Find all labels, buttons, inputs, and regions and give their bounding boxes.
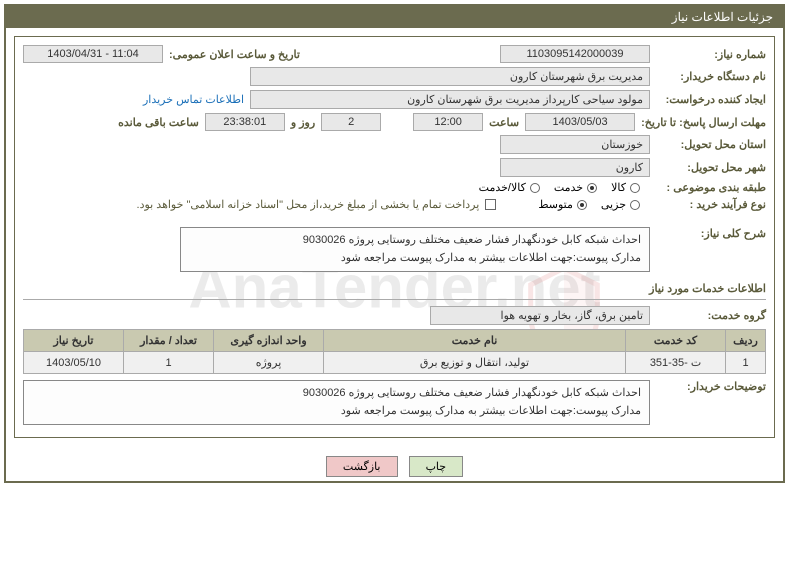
services-table: ردیف کد خدمت نام خدمت واحد اندازه گیری ت… bbox=[23, 329, 766, 374]
payment-note: پرداخت تمام یا بخشی از مبلغ خرید،از محل … bbox=[137, 198, 480, 211]
remaining-label: ساعت باقی مانده bbox=[118, 116, 199, 129]
services-section-title: اطلاعات خدمات مورد نیاز bbox=[23, 278, 766, 300]
radio-service[interactable]: خدمت bbox=[554, 181, 597, 194]
cell-row: 1 bbox=[726, 352, 766, 374]
radio-goods-service[interactable]: کالا/خدمت bbox=[479, 181, 540, 194]
table-header-row: ردیف کد خدمت نام خدمت واحد اندازه گیری ت… bbox=[24, 330, 766, 352]
category-radio-group: کالا خدمت کالا/خدمت bbox=[479, 181, 640, 194]
city-field: کارون bbox=[500, 158, 650, 177]
payment-checkbox[interactable] bbox=[485, 199, 496, 210]
remaining-time-field: 23:38:01 bbox=[205, 113, 285, 131]
radio-goods-service-label: کالا/خدمت bbox=[479, 181, 526, 194]
buyer-notes-box: احداث شبکه کابل خودنگهدار فشار ضعیف مختل… bbox=[23, 380, 650, 425]
panel-title: جزئیات اطلاعات نیاز bbox=[6, 6, 783, 28]
buyer-notes-label: توضیحات خریدار: bbox=[656, 380, 766, 393]
cell-qty: 1 bbox=[124, 352, 214, 374]
back-button[interactable]: بازگشت bbox=[326, 456, 398, 477]
radio-minor-label: جزیی bbox=[601, 198, 626, 211]
general-desc-label: شرح کلی نیاز: bbox=[656, 227, 766, 240]
radio-medium-label: متوسط bbox=[538, 198, 573, 211]
days-label: روز و bbox=[291, 116, 315, 129]
panel-body: شماره نیاز: 1103095142000039 تاریخ و ساع… bbox=[14, 36, 775, 438]
cell-unit: پروژه bbox=[214, 352, 324, 374]
th-date: تاریخ نیاز bbox=[24, 330, 124, 352]
main-panel: جزئیات اطلاعات نیاز شماره نیاز: 11030951… bbox=[4, 4, 785, 483]
process-radio-group: جزیی متوسط bbox=[538, 198, 640, 211]
announce-field: 1403/04/31 - 11:04 bbox=[23, 45, 163, 63]
print-button[interactable]: چاپ bbox=[409, 456, 464, 477]
th-unit: واحد اندازه گیری bbox=[214, 330, 324, 352]
category-label: طبقه بندی موضوعی : bbox=[656, 181, 766, 194]
cell-code: ت -35-351 bbox=[626, 352, 726, 374]
time-label: ساعت bbox=[489, 116, 519, 129]
service-group-label: گروه خدمت: bbox=[656, 309, 766, 322]
service-group-field: تامین برق، گاز، بخار و تهویه هوا bbox=[430, 306, 650, 325]
requester-label: ایجاد کننده درخواست: bbox=[656, 93, 766, 106]
announce-label: تاریخ و ساعت اعلان عمومی: bbox=[169, 48, 300, 61]
th-name: نام خدمت bbox=[324, 330, 626, 352]
province-field: خوزستان bbox=[500, 135, 650, 154]
need-number-label: شماره نیاز: bbox=[656, 48, 766, 61]
radio-goods[interactable]: کالا bbox=[611, 181, 640, 194]
th-qty: تعداد / مقدار bbox=[124, 330, 214, 352]
province-label: استان محل تحویل: bbox=[656, 138, 766, 151]
radio-goods-label: کالا bbox=[611, 181, 626, 194]
general-desc-box: احداث شبکه کابل خودنگهدار فشار ضعیف مختل… bbox=[180, 227, 650, 272]
th-row: ردیف bbox=[726, 330, 766, 352]
process-label: نوع فرآیند خرید : bbox=[656, 198, 766, 211]
cell-date: 1403/05/10 bbox=[24, 352, 124, 374]
cell-name: توليد، انتقال و توزيع برق bbox=[324, 352, 626, 374]
deadline-time-field: 12:00 bbox=[413, 113, 483, 131]
city-label: شهر محل تحویل: bbox=[656, 161, 766, 174]
contact-link[interactable]: اطلاعات تماس خریدار bbox=[143, 93, 244, 106]
radio-minor[interactable]: جزیی bbox=[601, 198, 640, 211]
need-number-field: 1103095142000039 bbox=[500, 45, 650, 63]
days-field: 2 bbox=[321, 113, 381, 131]
table-row: 1 ت -35-351 توليد، انتقال و توزيع برق پر… bbox=[24, 352, 766, 374]
deadline-label: مهلت ارسال پاسخ: تا تاریخ: bbox=[641, 116, 766, 129]
deadline-date-field: 1403/05/03 bbox=[525, 113, 635, 131]
th-code: کد خدمت bbox=[626, 330, 726, 352]
button-row: چاپ بازگشت bbox=[6, 446, 783, 481]
buyer-org-field: مدیریت برق شهرستان کارون bbox=[250, 67, 650, 86]
radio-medium[interactable]: متوسط bbox=[538, 198, 587, 211]
radio-service-label: خدمت bbox=[554, 181, 583, 194]
buyer-org-label: نام دستگاه خریدار: bbox=[656, 70, 766, 83]
requester-field: مولود سیاحی کارپرداز مدیریت برق شهرستان … bbox=[250, 90, 650, 109]
